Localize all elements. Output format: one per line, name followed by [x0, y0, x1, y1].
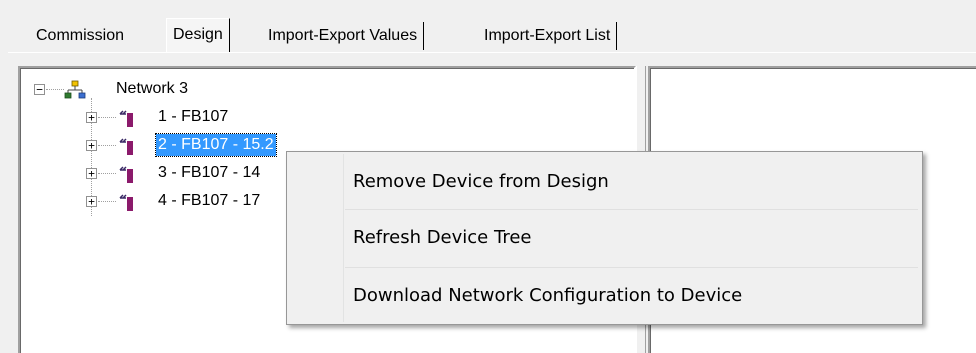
- tab-commission[interactable]: Commission: [30, 22, 130, 50]
- menu-item-remove-device[interactable]: Remove Device from Design: [289, 154, 920, 210]
- tree-branch-line: [98, 201, 116, 202]
- expand-icon[interactable]: +: [86, 140, 97, 151]
- tab-baseline: [8, 52, 976, 53]
- tree-node-device-1[interactable]: + 1 - FB107: [20, 106, 320, 128]
- tree-branch-line: [98, 145, 116, 146]
- tab-strip: Commission Design Import-Export Values I…: [0, 0, 976, 60]
- menu-item-refresh-device-tree[interactable]: Refresh Device Tree: [289, 210, 920, 266]
- tree-node-device-3[interactable]: + 3 - FB107 - 14: [20, 162, 320, 184]
- tree-node-network[interactable]: − Network 3: [20, 78, 320, 100]
- tree-node-label: 2 - FB107 - 15.2: [155, 133, 277, 157]
- collapse-icon[interactable]: −: [34, 84, 45, 95]
- tree-node-label: 1 - FB107: [158, 108, 229, 125]
- tree-branch-line: [98, 173, 116, 174]
- device-icon: [118, 164, 136, 191]
- tree-branch-line: [98, 117, 116, 118]
- menu-item-download-network-config[interactable]: Download Network Configuration to Device: [289, 268, 920, 324]
- tab-import-export-values[interactable]: Import-Export Values: [262, 22, 425, 50]
- tree-node-label: 4 - FB107 - 17: [158, 192, 261, 209]
- tree-branch-line: [46, 89, 64, 90]
- tree-node-device-4[interactable]: + 4 - FB107 - 17: [20, 190, 320, 212]
- device-icon: [118, 108, 136, 135]
- expand-icon[interactable]: +: [86, 112, 97, 123]
- tree-node-label: 3 - FB107 - 14: [158, 164, 261, 181]
- expand-icon[interactable]: +: [86, 196, 97, 207]
- expand-icon[interactable]: +: [86, 168, 97, 179]
- device-icon: [118, 192, 136, 219]
- tab-design[interactable]: Design: [166, 18, 230, 53]
- tab-import-export-list[interactable]: Import-Export List: [478, 22, 618, 50]
- context-menu: Remove Device from Design Refresh Device…: [286, 151, 923, 325]
- tree-node-label: Network 3: [116, 80, 189, 97]
- network-icon: [64, 80, 86, 107]
- tree-node-device-2[interactable]: + 2 - FB107 - 15.2: [20, 133, 320, 157]
- device-icon: [118, 136, 136, 163]
